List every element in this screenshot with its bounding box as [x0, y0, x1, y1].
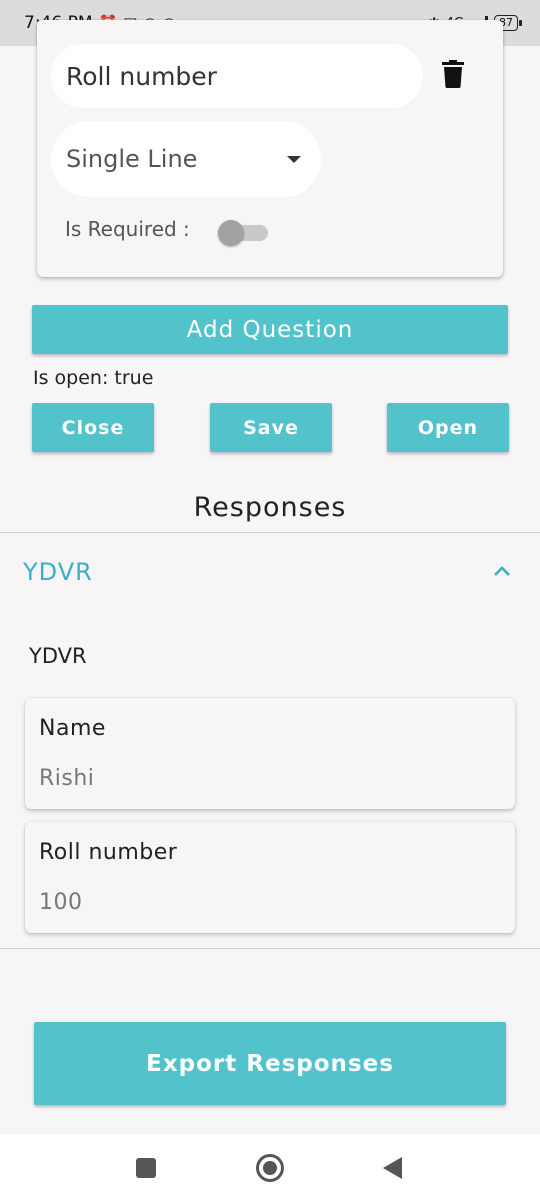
- answer-label: Name: [39, 716, 106, 741]
- question-title-input[interactable]: Roll number: [51, 44, 423, 108]
- add-question-button[interactable]: Add Question: [32, 305, 508, 354]
- responses-heading: Responses: [193, 492, 347, 523]
- delete-icon[interactable]: [442, 60, 464, 88]
- system-nav-bar: [0, 1134, 540, 1200]
- response-group-title[interactable]: YDVR: [23, 558, 93, 586]
- save-button[interactable]: Save: [210, 403, 332, 452]
- answer-value: 100: [39, 890, 83, 915]
- toggle-thumb: [218, 220, 244, 246]
- answer-value: Rishi: [39, 766, 95, 791]
- recents-icon[interactable]: [136, 1158, 156, 1178]
- chevron-up-icon[interactable]: [492, 564, 512, 578]
- answer-card: Name Rishi: [25, 698, 515, 809]
- export-responses-button[interactable]: Export Responses: [34, 1022, 506, 1105]
- question-title-value: Roll number: [66, 61, 217, 91]
- open-button[interactable]: Open: [387, 403, 509, 452]
- required-toggle[interactable]: [218, 218, 270, 246]
- divider: [0, 532, 540, 533]
- answer-card: Roll number 100: [25, 822, 515, 933]
- back-icon[interactable]: [383, 1157, 402, 1179]
- divider: [0, 948, 540, 949]
- question-card: Roll number Single Line Is Required :: [37, 20, 503, 277]
- answer-label: Roll number: [39, 840, 178, 865]
- response-group-subtitle: YDVR: [29, 644, 87, 668]
- required-label: Is Required :: [65, 217, 190, 241]
- close-button[interactable]: Close: [32, 403, 154, 452]
- home-icon[interactable]: [256, 1154, 284, 1182]
- dropdown-caret-icon: [287, 156, 301, 163]
- question-type-select[interactable]: Single Line: [51, 121, 321, 197]
- is-open-status: Is open: true: [33, 367, 154, 389]
- question-type-value: Single Line: [66, 145, 198, 173]
